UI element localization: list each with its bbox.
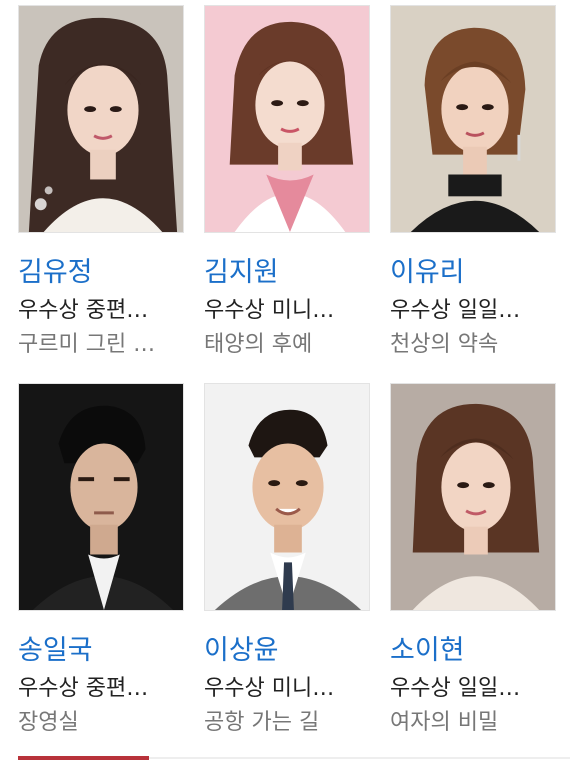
drama-title: 구르미 그린 … [18, 332, 156, 357]
award-category: 우수상 미니… [204, 676, 335, 701]
page-indicator-track [149, 757, 570, 759]
drama-title: 공항 가는 길 [204, 710, 320, 735]
person-name[interactable]: 김지원 [204, 257, 279, 289]
drama-title: 태양의 후예 [204, 332, 313, 357]
award-category: 우수상 일일… [390, 676, 521, 701]
person-photo[interactable] [390, 383, 556, 611]
person-name[interactable]: 송일국 [18, 635, 93, 667]
person-photo[interactable] [18, 383, 184, 611]
award-category: 우수상 중편… [18, 676, 149, 701]
person-name[interactable]: 이유리 [390, 257, 465, 289]
person-name[interactable]: 김유정 [18, 257, 93, 289]
award-category: 우수상 일일… [390, 298, 521, 323]
person-photo[interactable] [204, 383, 370, 611]
person-name[interactable]: 이상윤 [204, 635, 279, 667]
page-indicator [18, 756, 149, 760]
drama-title: 장영실 [18, 710, 79, 735]
person-photo[interactable] [204, 5, 370, 233]
person-name[interactable]: 소이현 [390, 635, 465, 667]
drama-title: 여자의 비밀 [390, 710, 499, 735]
person-photo[interactable] [18, 5, 184, 233]
drama-title: 천상의 약속 [390, 332, 499, 357]
award-category: 우수상 미니… [204, 298, 335, 323]
person-photo[interactable] [390, 5, 556, 233]
award-category: 우수상 중편… [18, 298, 149, 323]
